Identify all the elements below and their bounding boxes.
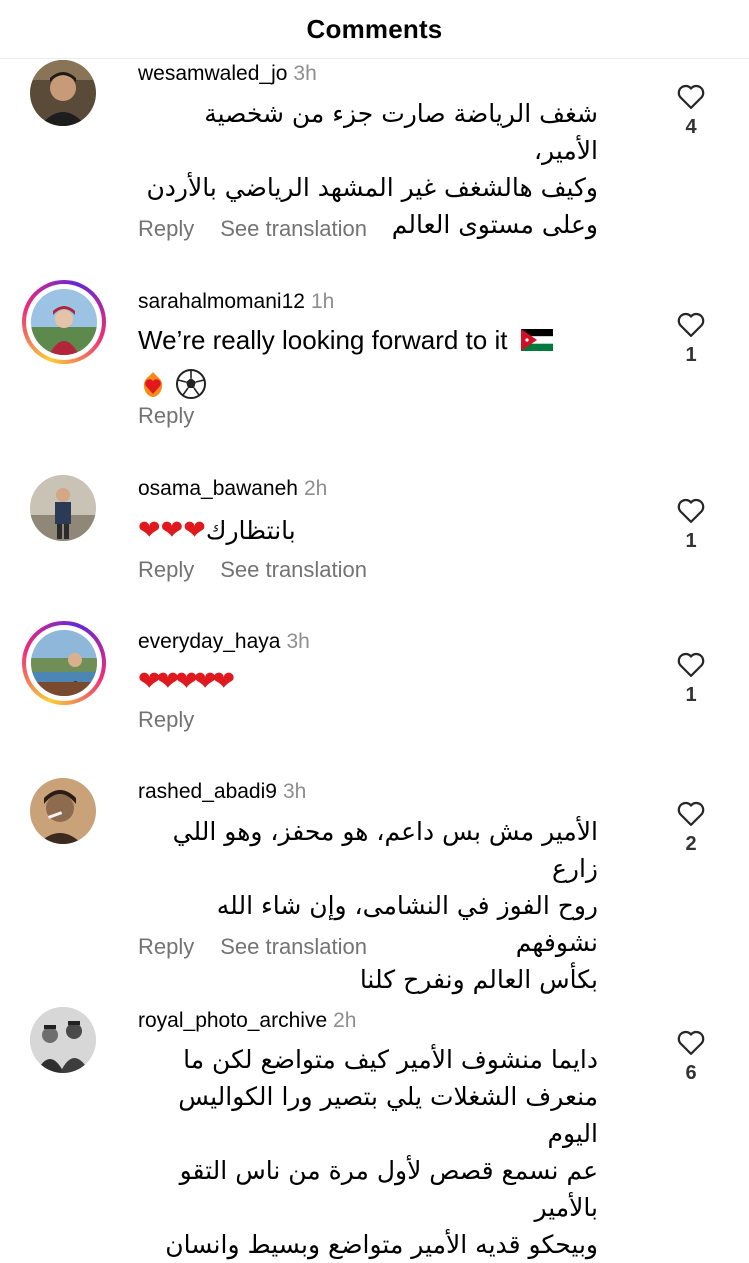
timestamp: 3h (286, 630, 310, 653)
heart-outline-icon[interactable] (676, 650, 706, 678)
username[interactable]: osama_bawaneh (138, 477, 298, 500)
comment-line: بانتظارك (205, 516, 296, 545)
like-count: 1 (685, 344, 697, 366)
see-translation-button[interactable]: See translation (220, 557, 367, 582)
comment-meta: rashed_abadi9 3h (138, 780, 306, 804)
comment-meta: royal_photo_archive 2h (138, 1009, 356, 1033)
soccer-ball-icon (176, 369, 207, 400)
like-button[interactable]: 6 (672, 1028, 710, 1085)
like-count: 1 (685, 530, 697, 552)
timestamp: 3h (282, 780, 307, 803)
like-count: 1 (685, 684, 697, 706)
heart-emojis: ❤❤❤ (138, 515, 210, 545)
like-button[interactable]: 4 (672, 82, 710, 139)
avatar[interactable] (30, 1007, 96, 1073)
timestamp: 3h (293, 62, 317, 85)
comment-actions: Reply See translation (138, 216, 393, 242)
comment-line: وكيف هالشغف غير المشهد الرياضي بالأردن (146, 173, 598, 202)
reply-button[interactable]: Reply (138, 934, 194, 959)
avatar[interactable] (30, 475, 96, 541)
avatar[interactable] (31, 289, 97, 355)
avatar[interactable] (30, 778, 96, 844)
heart-outline-icon[interactable] (676, 1028, 706, 1056)
username[interactable]: royal_photo_archive (138, 1009, 327, 1032)
timestamp: 2h (303, 477, 328, 500)
comment-text: ❤❤❤❤❤ (138, 663, 235, 699)
comment-line: We’re really looking forward to it (138, 325, 508, 355)
username[interactable]: wesamwaled_jo (138, 62, 287, 85)
heart-outline-icon[interactable] (676, 310, 706, 338)
like-count: 4 (685, 116, 697, 138)
reply-button[interactable]: Reply (138, 216, 194, 241)
like-button[interactable]: 1 (672, 650, 710, 707)
comment-line: منعرف الشغلات يلي بتصير ورا الكواليس الي… (178, 1082, 598, 1148)
heart-emojis: ❤❤❤❤❤ (138, 666, 235, 696)
comment-meta: osama_bawaneh 2h (138, 477, 327, 501)
like-button[interactable]: 2 (672, 799, 710, 856)
heart-outline-icon[interactable] (676, 799, 706, 827)
heart-on-fire-icon (143, 372, 163, 398)
see-translation-button[interactable]: See translation (220, 934, 367, 959)
see-translation-button[interactable]: See translation (220, 216, 367, 241)
comment-meta: wesamwaled_jo 3h (138, 62, 317, 86)
comment-line: الأمير مش بس داعم، هو محفز، وهو اللي زار… (172, 817, 598, 883)
comment-line: بكأس العالم ونفرح كلنا (359, 965, 598, 994)
jordan-flag-emoji (520, 323, 553, 361)
reply-button[interactable]: Reply (138, 707, 194, 732)
reply-button[interactable]: Reply (138, 557, 194, 582)
avatar[interactable] (31, 630, 97, 696)
username[interactable]: sarahalmomani12 (138, 290, 305, 313)
comment-actions: Reply See translation (138, 557, 393, 583)
comment-line: عم نسمع قصص لأول مرة من ناس التقو بالأمي… (179, 1156, 598, 1222)
emoji-line (138, 363, 608, 401)
comment-actions: Reply (138, 707, 220, 733)
like-button[interactable]: 1 (672, 310, 710, 367)
comment-text: ❤❤❤بانتظارك (138, 512, 296, 549)
comment-text: الأمير مش بس داعم، هو محفز، وهو اللي زار… (138, 813, 598, 998)
avatar[interactable] (30, 60, 96, 126)
username[interactable]: rashed_abadi9 (138, 780, 277, 803)
comments-header: Comments (0, 0, 749, 59)
heart-outline-icon[interactable] (676, 82, 706, 110)
reply-button[interactable]: Reply (138, 403, 194, 428)
page-title: Comments (306, 13, 443, 44)
comment-actions: Reply See translation (138, 934, 393, 960)
comment-line: دايما منشوف الأمير كيف متواضع لكن ما (183, 1045, 598, 1074)
comment-actions: Reply (138, 403, 220, 429)
username[interactable]: everyday_haya (138, 630, 280, 653)
story-ring[interactable] (22, 621, 106, 705)
timestamp: 2h (333, 1009, 357, 1032)
comment-text: دايما منشوف الأمير كيف متواضع لكن ما منع… (138, 1041, 598, 1263)
comment-text: We’re really looking forward to it (138, 321, 608, 401)
timestamp: 1h (310, 290, 335, 313)
comment-meta: sarahalmomani12 1h (138, 290, 334, 314)
like-button[interactable]: 1 (672, 496, 710, 553)
heart-outline-icon[interactable] (676, 496, 706, 524)
comment-meta: everyday_haya 3h (138, 630, 310, 654)
like-count: 6 (685, 1062, 697, 1084)
story-ring[interactable] (22, 280, 106, 364)
like-count: 2 (685, 833, 697, 855)
comment-line: شغف الرياضة صارت جزء من شخصية الأمير، (204, 99, 598, 165)
comment-line: وبيحكو قديه الأمير متواضع وبسيط وانسان (165, 1230, 598, 1259)
